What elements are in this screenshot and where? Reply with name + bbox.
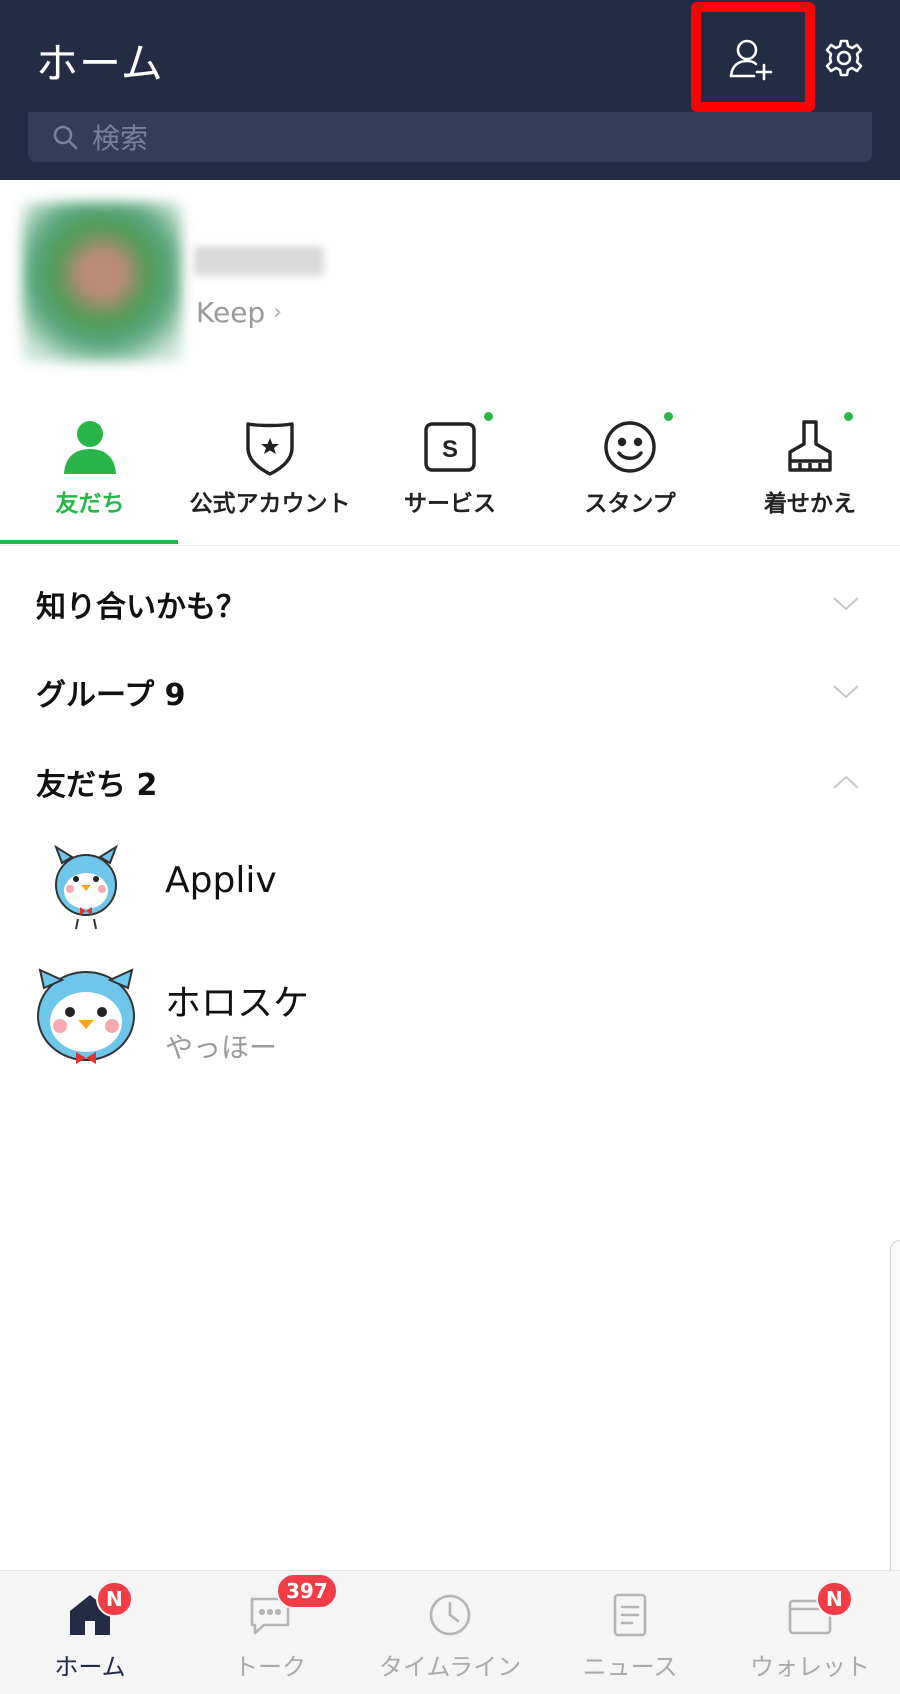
search-icon xyxy=(53,125,78,150)
new-dot xyxy=(484,412,493,421)
person-icon xyxy=(64,421,116,474)
chevron-up-icon[interactable] xyxy=(826,767,866,797)
bottom-navigation: N ホーム 397 トーク タイムライン ニュース N ウォレット xyxy=(0,1570,900,1694)
nav-talk[interactable]: 397 トーク xyxy=(180,1571,360,1694)
gear-icon xyxy=(825,39,863,77)
tab-stickers[interactable]: スタンプ xyxy=(540,400,720,546)
nav-home[interactable]: N ホーム xyxy=(0,1571,180,1694)
smiley-icon xyxy=(604,421,656,473)
section-title: 友だち 2 xyxy=(36,768,158,803)
nav-label: トーク xyxy=(234,1653,306,1681)
profile-name-blurred xyxy=(194,246,324,276)
friend-name: ホロスケ xyxy=(165,983,310,1024)
unread-count-badge: 397 xyxy=(276,1573,338,1609)
app-header: ホーム 検索 xyxy=(0,0,900,180)
scrollbar-handle[interactable] xyxy=(890,1240,900,1600)
tab-label: 友だち xyxy=(55,491,125,517)
highlight-annotation xyxy=(691,2,815,112)
nav-news[interactable]: ニュース xyxy=(540,1571,720,1694)
search-placeholder: 検索 xyxy=(92,122,149,155)
active-tab-indicator xyxy=(0,540,178,544)
page-title: ホーム xyxy=(36,39,164,88)
tab-label: 着せかえ xyxy=(764,491,856,517)
nav-label: ウォレット xyxy=(750,1653,870,1681)
friend-row-horosuke[interactable]: ホロスケ やっほー xyxy=(0,962,900,1072)
keep-label: Keep xyxy=(196,296,266,329)
tab-themes[interactable]: 着せかえ xyxy=(720,400,900,546)
nav-label: ホーム xyxy=(54,1653,126,1681)
section-suggestions[interactable]: 知り合いかも？ xyxy=(36,574,866,634)
section-friends[interactable]: 友だち 2 xyxy=(36,752,866,812)
chevron-down-icon[interactable] xyxy=(826,677,866,707)
tab-friends[interactable]: 友だち xyxy=(0,400,180,546)
friend-status-message: やっほー xyxy=(165,1031,278,1064)
news-icon xyxy=(613,1593,647,1637)
tab-label: スタンプ xyxy=(584,491,676,517)
profile-avatar[interactable] xyxy=(22,202,182,362)
new-dot xyxy=(664,412,673,421)
chevron-down-icon[interactable] xyxy=(826,589,866,619)
tab-label: サービス xyxy=(404,491,496,517)
friend-name: Appliv xyxy=(165,860,277,901)
tab-services[interactable]: S サービス xyxy=(360,400,540,546)
keep-link[interactable]: Keep › xyxy=(196,296,282,329)
search-input[interactable]: 検索 xyxy=(28,112,872,162)
owl-mascot-avatar xyxy=(37,968,135,1064)
new-dot xyxy=(844,412,853,421)
nav-label: ニュース xyxy=(582,1653,678,1681)
clock-icon xyxy=(429,1594,471,1636)
notification-badge: N xyxy=(816,1581,853,1617)
nav-wallet[interactable]: N ウォレット xyxy=(720,1571,900,1694)
section-groups[interactable]: グループ 9 xyxy=(36,662,866,722)
my-profile[interactable]: Keep › xyxy=(0,180,900,380)
owl-mascot-avatar xyxy=(54,844,118,930)
nav-timeline[interactable]: タイムライン xyxy=(360,1571,540,1694)
shield-star-icon xyxy=(246,422,294,476)
friend-row-appliv[interactable]: Appliv xyxy=(0,830,900,940)
tab-official-accounts[interactable]: 公式アカウント xyxy=(180,400,360,546)
svg-text:S: S xyxy=(442,436,458,463)
brush-icon xyxy=(788,420,832,472)
notification-badge: N xyxy=(96,1581,133,1617)
service-s-icon: S xyxy=(424,422,476,472)
tab-label: 公式アカウント xyxy=(189,491,351,517)
category-tabs: 友だち 公式アカウント S サービス スタンプ 着せかえ xyxy=(0,400,900,546)
chevron-right-icon: › xyxy=(273,300,283,325)
settings-button[interactable] xyxy=(818,32,870,84)
section-title: 知り合いかも？ xyxy=(36,590,246,625)
section-title: グループ 9 xyxy=(36,678,186,713)
nav-label: タイムライン xyxy=(378,1653,522,1681)
